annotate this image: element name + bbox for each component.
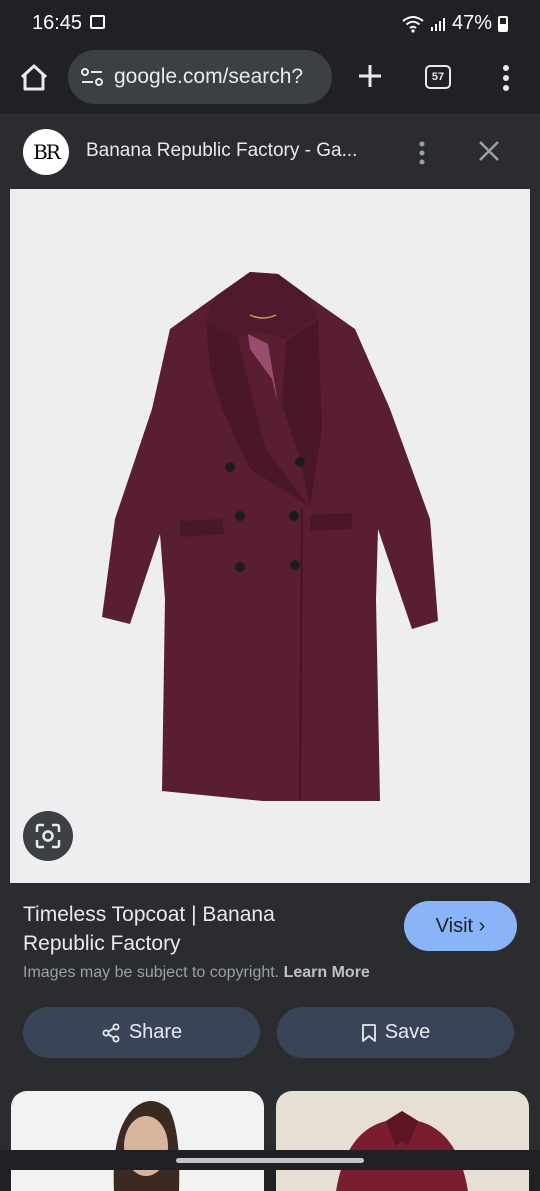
copyright-text: Images may be subject to copyright.: [23, 964, 280, 981]
gesture-nav-bar: [0, 1150, 540, 1170]
site-settings-icon[interactable]: [80, 66, 104, 88]
share-label: Share: [128, 1021, 183, 1043]
related-image-2[interactable]: [276, 1091, 529, 1191]
coat-illustration: [102, 272, 438, 801]
new-tab-icon[interactable]: [352, 58, 388, 94]
image-icon: [90, 15, 105, 29]
signal-icon: [430, 17, 445, 31]
visit-button[interactable]: Visit ›: [404, 901, 517, 951]
share-icon: [102, 1023, 120, 1042]
more-options-icon[interactable]: [410, 140, 434, 166]
url-text: google.com/search?: [114, 65, 304, 88]
sheet-header: BR Banana Republic Factory - Ga...: [0, 116, 540, 189]
product-image[interactable]: [10, 189, 530, 883]
tab-switcher-button[interactable]: 57: [425, 65, 451, 89]
home-gesture-pill[interactable]: [176, 1158, 364, 1163]
related-image-1[interactable]: [11, 1091, 264, 1191]
coat-thumbnail: [336, 1111, 468, 1191]
browser-toolbar: google.com/search? 57: [0, 46, 540, 114]
share-button[interactable]: Share: [23, 1007, 260, 1058]
home-icon[interactable]: [16, 60, 52, 96]
lens-icon: [35, 823, 61, 849]
site-logo: BR: [23, 129, 69, 175]
image-viewer-sheet: BR Banana Republic Factory - Ga... Timel…: [0, 116, 540, 1191]
close-icon[interactable]: [476, 138, 502, 164]
visit-label: Visit: [435, 915, 474, 937]
image-caption[interactable]: Timeless Topcoat | Banana Republic Facto…: [23, 900, 343, 958]
status-bar: 16:45 47%: [0, 0, 540, 46]
site-title[interactable]: Banana Republic Factory - Ga...: [86, 140, 357, 162]
battery-icon: [498, 15, 508, 32]
status-indicators: 47%: [402, 12, 508, 35]
google-lens-button[interactable]: [23, 811, 73, 861]
learn-more-link[interactable]: Learn More: [284, 964, 370, 981]
bookmark-icon: [361, 1023, 376, 1042]
address-bar[interactable]: google.com/search?: [68, 50, 332, 104]
more-vert-icon[interactable]: [494, 60, 518, 96]
save-label: Save: [384, 1021, 431, 1043]
model-thumbnail: [113, 1101, 180, 1191]
wifi-icon: [402, 15, 424, 33]
battery-percent: 47%: [451, 12, 492, 34]
copyright-notice: Images may be subject to copyright. Lear…: [23, 964, 370, 982]
status-time: 16:45: [32, 12, 83, 34]
chevron-right-icon: ›: [478, 915, 486, 937]
save-button[interactable]: Save: [277, 1007, 514, 1058]
